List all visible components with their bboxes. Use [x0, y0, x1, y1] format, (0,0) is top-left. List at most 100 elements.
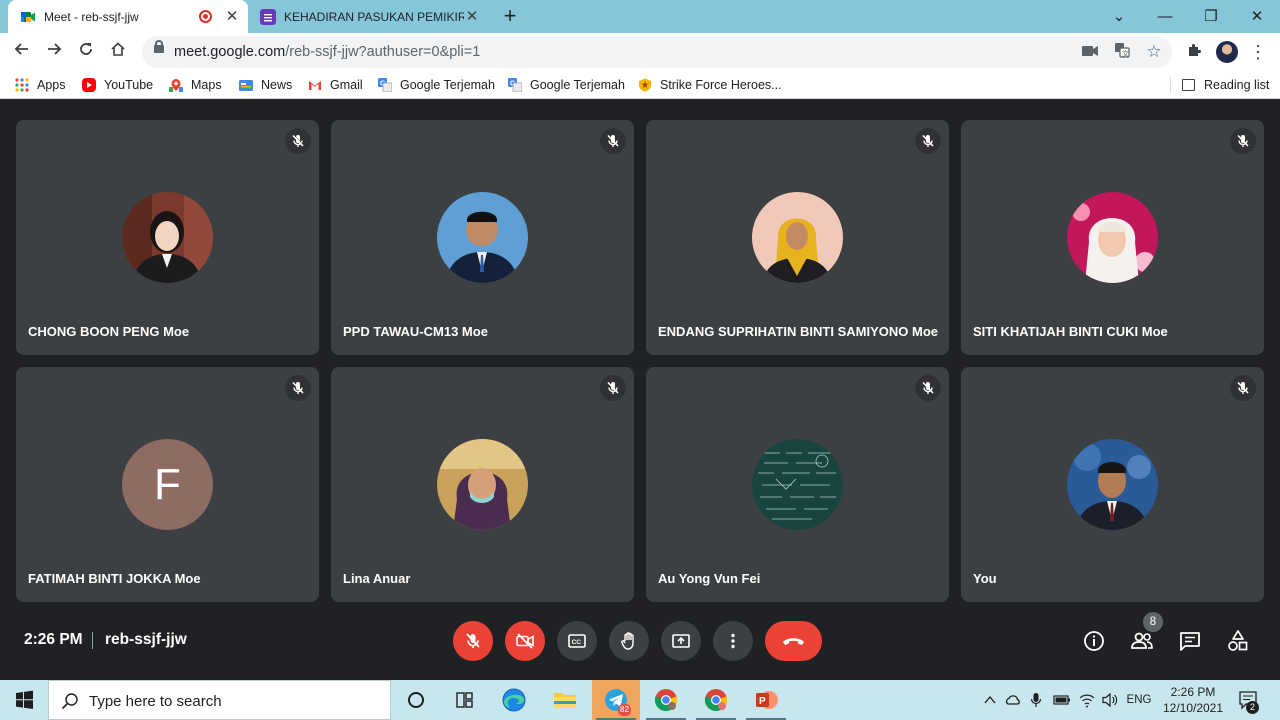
bookmark-star-icon[interactable]: ☆ [1144, 42, 1164, 62]
chat-button[interactable] [1176, 627, 1204, 655]
participant-tile[interactable]: F FATIMAH BINTI JOKKA Moe [16, 367, 319, 602]
captions-icon: CC [568, 634, 586, 648]
chrome-menu-icon[interactable]: ⋮ [1248, 42, 1268, 62]
tab-search-icon[interactable]: ⌄ [1096, 0, 1142, 33]
reload-button[interactable] [73, 39, 99, 65]
battery-tray[interactable] [1050, 680, 1074, 720]
tab-meet[interactable]: Meet - reb-ssjf-jjw ✕ [8, 0, 248, 33]
mic-off-icon [466, 633, 480, 648]
avatar [752, 439, 843, 530]
cortana-button[interactable] [392, 680, 440, 720]
new-tab-button[interactable]: + [498, 4, 522, 28]
mic-off-icon [915, 128, 941, 154]
address-bar[interactable]: meet.google.com/reb-ssjf-jjw?authuser=0&… [142, 36, 1172, 68]
avatar [437, 192, 528, 283]
minimize-button[interactable]: — [1142, 0, 1188, 33]
wifi-tray[interactable] [1076, 680, 1098, 720]
bookmark-news[interactable]: News [239, 76, 292, 94]
reading-list-icon [1182, 79, 1195, 91]
taskbar-file-explorer[interactable] [541, 680, 589, 720]
meeting-info-divider [92, 632, 93, 649]
restore-button[interactable]: ❐ [1188, 0, 1234, 33]
more-options-button[interactable] [713, 621, 753, 661]
microphone-tray[interactable] [1026, 680, 1046, 720]
close-tab-icon[interactable]: ✕ [464, 8, 480, 25]
extensions-puzzle-icon[interactable] [1184, 42, 1204, 62]
bookmark-label: Google Terjemah [530, 78, 625, 92]
meeting-details-button[interactable] [1080, 627, 1108, 655]
cloud-icon [1005, 695, 1020, 705]
raise-hand-button[interactable] [609, 621, 649, 661]
bookmark-strike-force-heroes[interactable]: Strike Force Heroes... [638, 76, 782, 94]
tab-title: KEHADIRAN PASUKAN PEMIKIR S [284, 9, 464, 24]
bookmark-label: News [261, 78, 293, 92]
home-button[interactable] [105, 39, 131, 65]
bookmark-label: YouTube [104, 78, 154, 92]
camera-in-use-icon[interactable] [1080, 42, 1100, 62]
profile-avatar[interactable] [1216, 41, 1238, 63]
reading-list-label: Reading list [1204, 78, 1270, 92]
onedrive-tray[interactable] [1002, 680, 1024, 720]
bookmark-label: Gmail [330, 78, 363, 92]
input-language[interactable]: ENG [1122, 680, 1156, 720]
taskbar-chrome-2[interactable] [692, 680, 740, 720]
search-icon [61, 692, 79, 715]
chrome-icon [654, 689, 678, 712]
mic-toggle-button[interactable] [453, 621, 493, 661]
taskbar-edge[interactable] [490, 680, 538, 720]
show-hidden-icons-button[interactable] [980, 680, 1000, 720]
avatar [122, 192, 213, 283]
bookmark-google-terjemah-1[interactable]: G Google Terjemah [378, 76, 495, 94]
participant-tile[interactable]: Lina Anuar [331, 367, 634, 602]
forward-button[interactable] [41, 39, 67, 65]
volume-tray[interactable] [1099, 680, 1121, 720]
participant-tile[interactable]: ENDANG SUPRIHATIN BINTI SAMIYONO Moe [646, 120, 949, 355]
avatar [752, 192, 843, 283]
task-view-button[interactable] [440, 680, 488, 720]
maps-icon [169, 78, 183, 92]
windows-logo-icon [16, 690, 33, 709]
translate-page-icon[interactable]: 文 [1112, 42, 1132, 62]
participant-tile[interactable]: CHONG BOON PENG Moe [16, 120, 319, 355]
taskbar-powerpoint[interactable]: P [742, 680, 790, 720]
participant-tile-self[interactable]: You [961, 367, 1264, 602]
close-window-button[interactable]: ✕ [1234, 0, 1280, 33]
mic-off-icon [600, 375, 626, 401]
notification-center-button[interactable]: 2 [1234, 680, 1264, 720]
reading-list-button[interactable]: Reading list [1182, 76, 1269, 94]
leave-call-button[interactable] [765, 621, 822, 661]
bookmark-maps[interactable]: Maps [169, 76, 222, 94]
meeting-time: 2:26 PM [24, 631, 83, 648]
bookmark-apps[interactable]: Apps [15, 76, 66, 94]
taskbar-telegram[interactable]: 82 [592, 680, 640, 720]
url-text[interactable]: meet.google.com/reb-ssjf-jjw?authuser=0&… [174, 44, 480, 60]
participant-tile[interactable]: PPD TAWAU-CM13 Moe [331, 120, 634, 355]
close-tab-icon[interactable]: ✕ [224, 8, 240, 25]
participant-tile[interactable]: Au Yong Vun Fei [646, 367, 949, 602]
taskbar-chrome-1[interactable] [642, 680, 690, 720]
activities-button[interactable] [1224, 627, 1252, 655]
lock-icon[interactable] [154, 40, 164, 53]
participant-name: FATIMAH BINTI JOKKA Moe [28, 571, 201, 586]
taskbar-search-box[interactable]: Type here to search [48, 680, 391, 720]
info-icon [1084, 631, 1104, 651]
captions-button[interactable]: CC [557, 621, 597, 661]
bookmark-google-terjemah-2[interactable]: G Google Terjemah [508, 76, 625, 94]
participant-name: Au Yong Vun Fei [658, 571, 761, 586]
tab-kehadiran[interactable]: KEHADIRAN PASUKAN PEMIKIR S ✕ [252, 0, 488, 33]
mic-off-icon [285, 375, 311, 401]
avatar [1067, 439, 1158, 530]
recording-indicator-icon [199, 10, 212, 23]
taskbar-clock[interactable]: 2:26 PM 12/10/2021 [1158, 684, 1228, 716]
participant-tile[interactable]: SITI KHATIJAH BINTI CUKI Moe [961, 120, 1264, 355]
bookmark-youtube[interactable]: YouTube [82, 76, 153, 94]
bookmark-gmail[interactable]: Gmail [308, 76, 363, 94]
camera-toggle-button[interactable] [505, 621, 545, 661]
start-button[interactable] [0, 680, 48, 720]
translate-icon: G [508, 78, 523, 93]
mic-off-icon [600, 128, 626, 154]
bookmarks-divider [1170, 77, 1171, 93]
participant-name: You [973, 571, 997, 586]
back-button[interactable] [9, 39, 35, 65]
present-now-button[interactable] [661, 621, 701, 661]
